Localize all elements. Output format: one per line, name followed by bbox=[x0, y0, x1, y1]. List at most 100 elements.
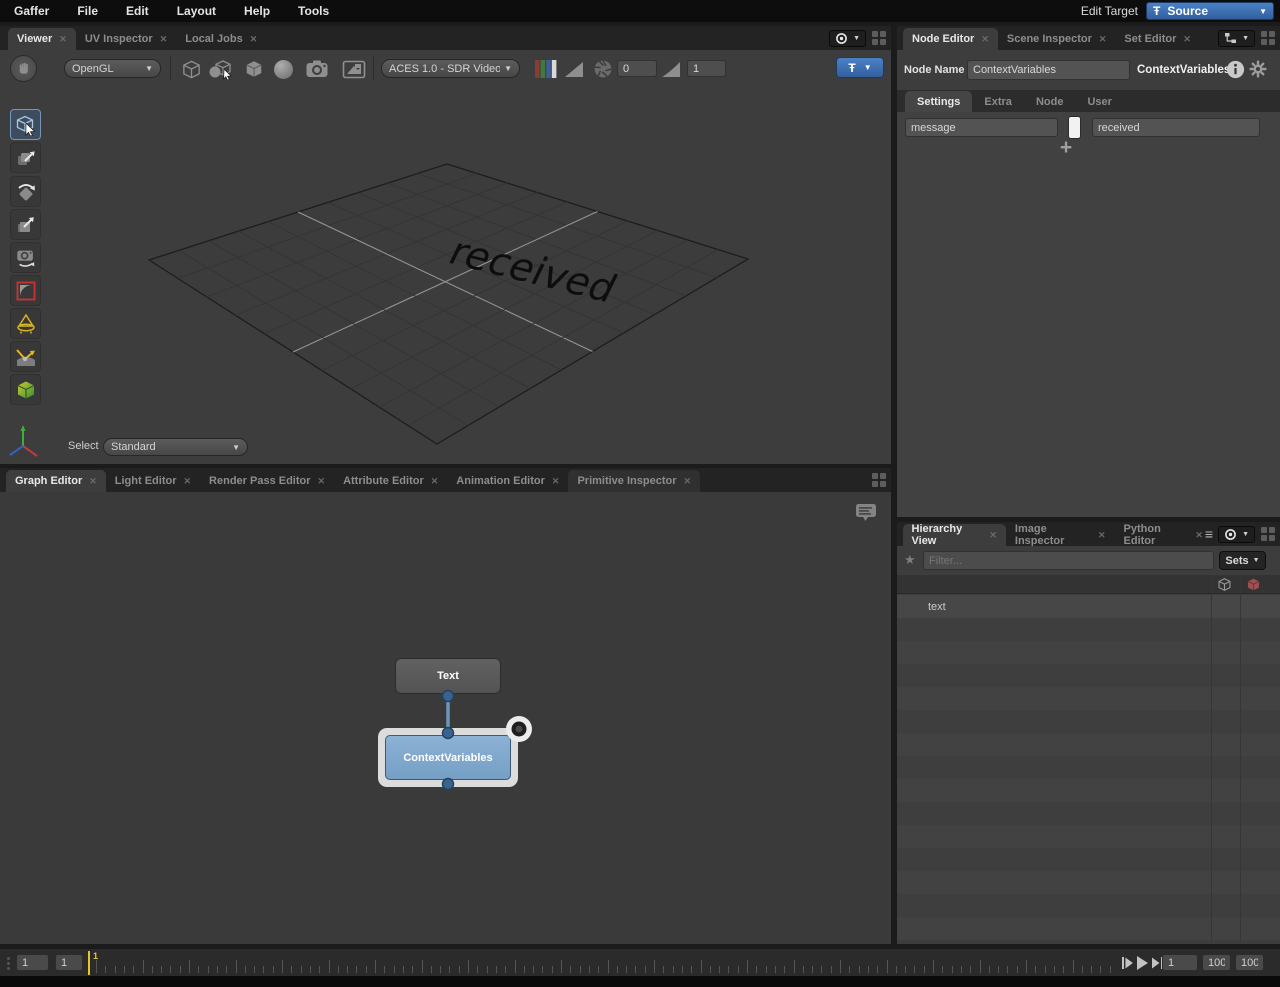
snapshot-target-dropdown[interactable]: Ŧ ▼ bbox=[836, 57, 884, 78]
close-icon[interactable]: ✕ bbox=[59, 34, 67, 45]
sets-dropdown[interactable]: Sets ▼ bbox=[1219, 551, 1266, 570]
range-end-input[interactable] bbox=[1202, 954, 1231, 971]
camera-tool-button[interactable] bbox=[10, 242, 41, 273]
select-tool-button[interactable] bbox=[10, 109, 41, 140]
renderer-dropdown[interactable]: OpenGL ▼ bbox=[64, 59, 161, 78]
viewer-target-menu-button[interactable]: ▼ bbox=[829, 30, 866, 47]
rotate-tool-button[interactable] bbox=[10, 176, 41, 207]
exposure-button[interactable] bbox=[561, 56, 587, 82]
scale-tool-button[interactable] bbox=[10, 209, 41, 240]
light-tool-button[interactable] bbox=[10, 308, 41, 339]
play-button[interactable] bbox=[1136, 955, 1149, 971]
tab-viewer[interactable]: Viewer ✕ bbox=[8, 28, 76, 50]
edit-target-dropdown[interactable]: Ŧ Source ▼ bbox=[1146, 2, 1274, 20]
light-position-tool-button[interactable] bbox=[10, 341, 41, 372]
playhead[interactable] bbox=[88, 951, 90, 975]
exposure-input[interactable] bbox=[617, 60, 657, 77]
graph-node-text[interactable]: Text bbox=[395, 658, 501, 694]
tab-render-pass-editor[interactable]: Render Pass Editor ✕ bbox=[200, 470, 334, 492]
subtab-node[interactable]: Node bbox=[1024, 91, 1076, 112]
tab-image-inspector[interactable]: Image Inspector ✕ bbox=[1006, 524, 1115, 546]
render-set-column-icon[interactable] bbox=[1246, 577, 1261, 592]
lighting-button[interactable] bbox=[270, 56, 296, 82]
menu-gaffer[interactable]: Gaffer bbox=[0, 4, 63, 18]
gamma-button[interactable] bbox=[658, 56, 684, 82]
variable-name-input[interactable] bbox=[905, 118, 1058, 137]
end-frame-input[interactable] bbox=[1235, 954, 1264, 971]
shaded-wireframe-button[interactable] bbox=[206, 56, 236, 82]
subtab-user[interactable]: User bbox=[1075, 91, 1123, 112]
select-mode-dropdown[interactable]: Standard ▼ bbox=[103, 438, 248, 456]
tab-python-editor[interactable]: Python Editor ✕ bbox=[1115, 524, 1205, 546]
tab-hierarchy-view[interactable]: Hierarchy View ✕ bbox=[903, 524, 1006, 546]
close-icon[interactable]: ✕ bbox=[684, 476, 692, 487]
timeline-ruler[interactable] bbox=[96, 949, 1116, 977]
node-name-input[interactable] bbox=[967, 60, 1130, 80]
close-icon[interactable]: ✕ bbox=[160, 34, 168, 45]
crop-window-tool-button[interactable] bbox=[10, 275, 41, 306]
visible-set-column-icon[interactable] bbox=[1217, 577, 1232, 592]
viewport-3d[interactable]: received bbox=[0, 50, 891, 464]
layout-grid-icon[interactable] bbox=[872, 31, 887, 46]
subtab-settings[interactable]: Settings bbox=[905, 91, 972, 112]
close-icon[interactable]: ✕ bbox=[431, 476, 439, 487]
frame-input[interactable] bbox=[1162, 954, 1198, 971]
menu-edit[interactable]: Edit bbox=[112, 4, 163, 18]
aperture-button[interactable] bbox=[590, 56, 616, 82]
go-to-start-button[interactable] bbox=[1121, 956, 1134, 970]
menu-icon[interactable]: ≡ bbox=[1205, 526, 1213, 542]
hierarchy-target-menu-button[interactable]: ▼ bbox=[1218, 526, 1255, 543]
tab-graph-editor[interactable]: Graph Editor ✕ bbox=[6, 470, 106, 492]
hierarchy-row-text[interactable]: text bbox=[897, 595, 1280, 618]
tab-primitive-inspector[interactable]: Primitive Inspector ✕ bbox=[568, 470, 700, 492]
tab-local-jobs[interactable]: Local Jobs ✕ bbox=[176, 28, 266, 50]
close-icon[interactable]: ✕ bbox=[1195, 530, 1203, 541]
bookmark-star-icon[interactable]: ★ bbox=[904, 552, 916, 568]
tab-attribute-editor[interactable]: Attribute Editor ✕ bbox=[334, 470, 447, 492]
display-transform-dropdown[interactable]: ACES 1.0 - SDR Video ▼ bbox=[381, 59, 520, 78]
editor-link-menu-button[interactable]: ▼ bbox=[1218, 30, 1255, 47]
gear-icon[interactable] bbox=[1249, 60, 1267, 78]
graph-node-contextvariables[interactable]: ContextVariables bbox=[385, 735, 511, 780]
translate-tool-button[interactable] bbox=[10, 142, 41, 173]
tab-scene-inspector[interactable]: Scene Inspector ✕ bbox=[998, 28, 1116, 50]
menu-file[interactable]: File bbox=[63, 4, 112, 18]
channels-button[interactable] bbox=[532, 56, 560, 82]
close-icon[interactable]: ✕ bbox=[184, 476, 192, 487]
wireframe-shading-button[interactable] bbox=[178, 56, 204, 82]
tab-uv-inspector[interactable]: UV Inspector ✕ bbox=[76, 28, 176, 50]
close-icon[interactable]: ✕ bbox=[1183, 34, 1191, 45]
close-icon[interactable]: ✕ bbox=[250, 34, 258, 45]
menu-layout[interactable]: Layout bbox=[163, 4, 230, 18]
layout-grid-icon[interactable] bbox=[872, 473, 887, 488]
close-icon[interactable]: ✕ bbox=[1098, 530, 1106, 541]
layout-grid-icon[interactable] bbox=[1261, 527, 1276, 542]
close-icon[interactable]: ✕ bbox=[1099, 34, 1107, 45]
edit-scope-tool-button[interactable] bbox=[10, 374, 41, 405]
tab-node-editor[interactable]: Node Editor ✕ bbox=[903, 28, 998, 50]
close-icon[interactable]: ✕ bbox=[552, 476, 560, 487]
annotation-icon[interactable] bbox=[854, 502, 878, 524]
add-variable-button[interactable]: + bbox=[1057, 140, 1075, 158]
tab-set-editor[interactable]: Set Editor ✕ bbox=[1115, 28, 1200, 50]
close-icon[interactable]: ✕ bbox=[989, 530, 997, 541]
close-icon[interactable]: ✕ bbox=[981, 34, 989, 45]
variable-value-input[interactable] bbox=[1092, 118, 1260, 137]
menu-help[interactable]: Help bbox=[230, 4, 284, 18]
layout-grid-icon[interactable] bbox=[1261, 31, 1276, 46]
tab-animation-editor[interactable]: Animation Editor ✕ bbox=[447, 470, 568, 492]
current-frame-input[interactable] bbox=[55, 954, 83, 971]
solid-shading-button[interactable] bbox=[241, 56, 267, 82]
range-start-input[interactable] bbox=[16, 954, 49, 971]
close-icon[interactable]: ✕ bbox=[318, 476, 326, 487]
filter-input[interactable] bbox=[923, 551, 1214, 570]
tab-light-editor[interactable]: Light Editor ✕ bbox=[106, 470, 200, 492]
drag-handle[interactable] bbox=[7, 957, 10, 970]
info-icon[interactable] bbox=[1226, 60, 1245, 79]
menu-tools[interactable]: Tools bbox=[284, 4, 343, 18]
subtab-extra[interactable]: Extra bbox=[972, 91, 1024, 112]
graph-canvas[interactable]: Text ContextVariables bbox=[0, 492, 891, 944]
camera-settings-button[interactable] bbox=[304, 56, 330, 82]
pause-button[interactable] bbox=[10, 55, 37, 82]
gamma-input[interactable] bbox=[687, 60, 726, 77]
